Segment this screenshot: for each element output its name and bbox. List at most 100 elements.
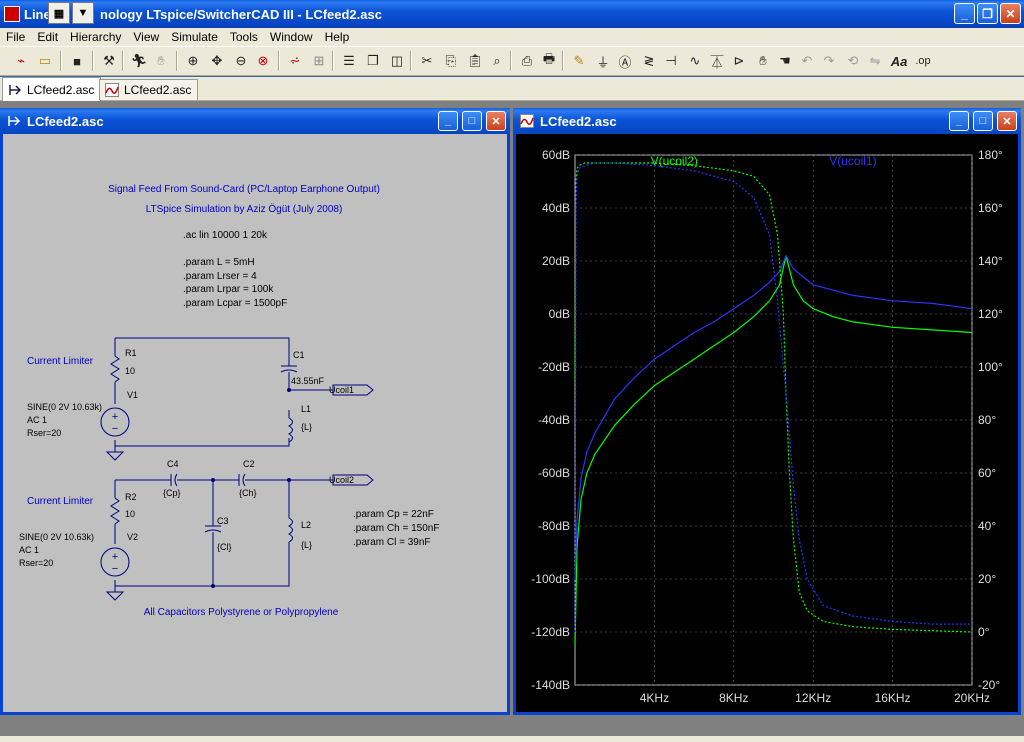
menu-help[interactable]: Help bbox=[319, 30, 356, 44]
param-lrpar[interactable]: .param Lrpar = 100k bbox=[183, 284, 274, 295]
v2-label[interactable]: V2 bbox=[127, 532, 138, 542]
drag-icon[interactable]: ☚ bbox=[776, 52, 794, 70]
autorange-icon[interactable]: ⩫ bbox=[286, 52, 304, 70]
v1-label[interactable]: V1 bbox=[127, 390, 138, 400]
v1-spec-1[interactable]: SINE(0 2V 10.63k) bbox=[27, 402, 102, 412]
label-icon[interactable]: Ⓐ bbox=[616, 52, 634, 70]
v2-spec-1[interactable]: SINE(0 2V 10.63k) bbox=[19, 532, 94, 542]
v2-spec-2[interactable]: AC 1 bbox=[19, 545, 39, 555]
c1-label[interactable]: C1 bbox=[293, 350, 305, 360]
inductor-icon[interactable]: ∿ bbox=[686, 52, 704, 70]
app-title-bar[interactable]: Line ▦ ▼ nology LTspice/SwitcherCAD III … bbox=[0, 0, 1024, 28]
spice-directive-icon[interactable]: .op bbox=[914, 52, 932, 70]
param-ch[interactable]: .param Ch = 150nF bbox=[353, 523, 439, 534]
diode-icon[interactable]: ⏄ bbox=[708, 52, 726, 70]
r2-value[interactable]: 10 bbox=[125, 509, 135, 519]
menu-simulate[interactable]: Simulate bbox=[165, 30, 224, 44]
plot-close-button[interactable]: ✕ bbox=[997, 111, 1017, 131]
move-icon[interactable]: ✋︎ bbox=[754, 52, 772, 70]
plot-window-title-bar[interactable]: LCfeed2.asc _ □ ✕ bbox=[513, 108, 1021, 134]
redo-icon[interactable]: ↷ bbox=[820, 52, 838, 70]
c3-label[interactable]: C3 bbox=[217, 516, 229, 526]
menu-file[interactable]: File bbox=[0, 30, 31, 44]
minimize-button[interactable]: _ bbox=[954, 3, 975, 24]
c4-label[interactable]: C4 bbox=[167, 459, 179, 469]
mirror-icon[interactable]: ⇋ bbox=[866, 52, 884, 70]
plot-window[interactable]: LCfeed2.asc _ □ ✕ 60dB 40dB 20dB 0dB -20dB -4… bbox=[513, 108, 1021, 715]
menu-window[interactable]: Window bbox=[264, 30, 319, 44]
tab-schematic[interactable]: LCfeed2.asc bbox=[2, 77, 102, 101]
capacitor-icon[interactable]: ⊣ bbox=[662, 52, 680, 70]
zoom-pan-icon[interactable]: ✥ bbox=[208, 52, 226, 70]
l1-label[interactable]: L1 bbox=[301, 404, 311, 414]
wire-icon[interactable]: ✎ bbox=[570, 52, 588, 70]
menu-tools[interactable]: Tools bbox=[224, 30, 264, 44]
open-icon[interactable]: ▭ bbox=[36, 52, 54, 70]
run-icon[interactable]: 🏃︎ bbox=[130, 52, 148, 70]
grid-icon[interactable]: ⊞ bbox=[310, 52, 328, 70]
print-setup-icon[interactable]: ⎙ bbox=[518, 52, 536, 70]
r1-value[interactable]: 10 bbox=[125, 366, 135, 376]
text-icon[interactable]: Aa bbox=[890, 52, 908, 70]
new-schematic-icon[interactable]: ⌁ bbox=[12, 52, 30, 70]
halt-icon[interactable]: ✋︎ bbox=[152, 52, 170, 70]
schematic-window[interactable]: LCfeed2.asc _ □ ✕ Signal Feed From Sound… bbox=[0, 108, 510, 715]
param-l[interactable]: .param L = 5mH bbox=[183, 257, 255, 268]
phase-trace-vucoil1 bbox=[574, 162, 972, 633]
rotate-icon[interactable]: ⟲ bbox=[844, 52, 862, 70]
param-cp[interactable]: .param Cp = 22nF bbox=[353, 509, 434, 520]
l2-value[interactable]: {L} bbox=[301, 540, 312, 550]
c2-value[interactable]: {Ch} bbox=[239, 488, 257, 498]
l2-label[interactable]: L2 bbox=[301, 520, 311, 530]
schematic-minimize-button[interactable]: _ bbox=[438, 111, 458, 131]
plot-pane[interactable]: 60dB 40dB 20dB 0dB -20dB -40dB -60dB -80dB -100d… bbox=[516, 134, 1018, 712]
restore-button[interactable]: ❐ bbox=[977, 3, 998, 24]
menu-view[interactable]: View bbox=[127, 30, 165, 44]
zoom-out-icon[interactable]: ⊖ bbox=[232, 52, 250, 70]
zoom-cancel-icon[interactable]: ⊗ bbox=[254, 52, 272, 70]
tile-horizontal-icon[interactable]: ☰ bbox=[340, 52, 358, 70]
c1-value[interactable]: 43.55nF bbox=[291, 376, 325, 386]
v1-spec-2[interactable]: AC 1 bbox=[27, 415, 47, 425]
c2-label[interactable]: C2 bbox=[243, 459, 255, 469]
param-lrser[interactable]: .param Lrser = 4 bbox=[183, 271, 257, 282]
ac-directive[interactable]: .ac lin 10000 1 20k bbox=[183, 230, 268, 241]
schematic-close-button[interactable]: ✕ bbox=[486, 111, 506, 131]
copy-icon[interactable]: ⎘ bbox=[442, 52, 460, 70]
l1-value[interactable]: {L} bbox=[301, 422, 312, 432]
schematic-window-title-bar[interactable]: LCfeed2.asc _ □ ✕ bbox=[0, 108, 510, 134]
menu-hierarchy[interactable]: Hierarchy bbox=[64, 30, 127, 44]
menu-edit[interactable]: Edit bbox=[31, 30, 64, 44]
resistor-icon[interactable]: ≷ bbox=[640, 52, 658, 70]
tab-waveform[interactable]: LCfeed2.asc bbox=[99, 79, 199, 100]
r2-label[interactable]: R2 bbox=[125, 492, 137, 502]
plot-maximize-button[interactable]: □ bbox=[973, 111, 993, 131]
v1-spec-3[interactable]: Rser=20 bbox=[27, 428, 61, 438]
close-button[interactable]: ✕ bbox=[1000, 3, 1021, 24]
param-lcpar[interactable]: .param Lcpar = 1500pF bbox=[183, 298, 287, 309]
cut-icon[interactable]: ✂ bbox=[418, 52, 436, 70]
param-cl[interactable]: .param Cl = 39nF bbox=[353, 537, 431, 548]
schematic-maximize-button[interactable]: □ bbox=[462, 111, 482, 131]
tile-vertical-icon[interactable]: ◫ bbox=[388, 52, 406, 70]
print-icon[interactable]: 🖶︎ bbox=[540, 51, 558, 70]
c3-value[interactable]: {Cl} bbox=[217, 542, 232, 552]
r1-label[interactable]: R1 bbox=[125, 348, 137, 358]
schematic-canvas[interactable]: Signal Feed From Sound-Card (PC/Laptop E… bbox=[3, 134, 507, 712]
bode-plot[interactable]: 60dB 40dB 20dB 0dB -20dB -40dB -60dB -80dB -100d… bbox=[516, 134, 1018, 712]
paste-icon[interactable]: 📋︎ bbox=[466, 52, 484, 70]
plot-minimize-button[interactable]: _ bbox=[949, 111, 969, 131]
zoom-in-icon[interactable]: ⊕ bbox=[184, 52, 202, 70]
cascade-icon[interactable]: ❐ bbox=[364, 52, 382, 70]
y2-tick-label: 120° bbox=[978, 307, 1003, 321]
chevron-down-icon[interactable]: ▼ bbox=[72, 2, 94, 24]
control-panel-icon[interactable]: ⚒ bbox=[100, 52, 118, 70]
find-icon[interactable]: ⌕ bbox=[488, 52, 506, 70]
undo-icon[interactable]: ↶ bbox=[798, 52, 816, 70]
ground-icon[interactable]: ⏚ bbox=[594, 52, 612, 70]
save-icon[interactable]: ■ bbox=[68, 52, 86, 70]
c4-value[interactable]: {Cp} bbox=[163, 488, 181, 498]
v2-spec-3[interactable]: Rser=20 bbox=[19, 558, 53, 568]
component-icon[interactable]: ⊳ bbox=[730, 52, 748, 70]
chip-icon[interactable]: ▦ bbox=[48, 2, 70, 24]
